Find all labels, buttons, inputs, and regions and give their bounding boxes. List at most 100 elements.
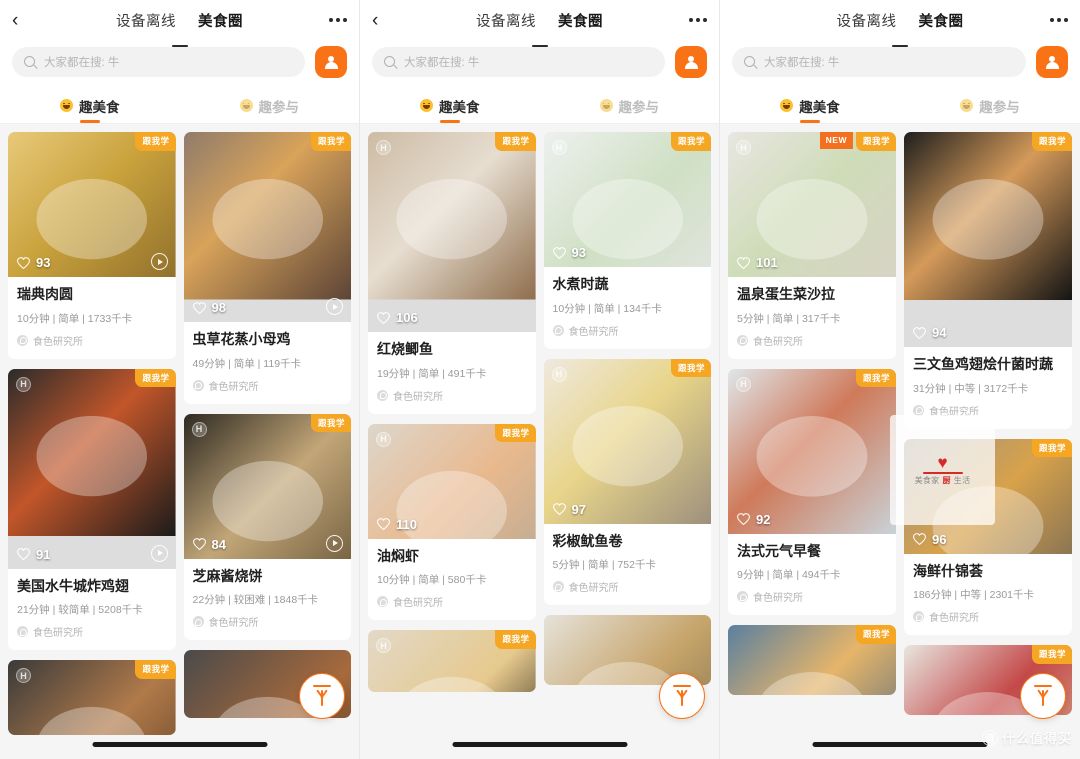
like-counter[interactable]: 92 (737, 512, 770, 527)
recipe-info: 彩椒鱿鱼卷 5分钟 | 简单 | 752千卡 食色研究所 (544, 524, 712, 606)
recipe-thumbnail[interactable]: 跟我学 (8, 660, 176, 735)
recipe-thumbnail[interactable]: 跟我学 93 (8, 132, 176, 277)
recipe-thumbnail[interactable]: NEW跟我学 101 (728, 132, 896, 277)
recipe-author: 食色研究所 (17, 624, 167, 639)
tab-fun-join[interactable]: 趣参与 (540, 88, 720, 123)
recipe-info: 瑞典肉圆 10分钟 | 简单 | 1733千卡 食色研究所 (8, 277, 176, 359)
search-placeholder: 大家都在搜: 牛 (44, 57, 120, 69)
heart-outline-icon (17, 548, 30, 560)
play-icon[interactable] (326, 298, 343, 315)
recipe-card[interactable]: 跟我学 (728, 625, 896, 695)
like-counter[interactable]: 84 (192, 537, 226, 552)
brand-watermark-icon (736, 140, 751, 155)
recipe-card[interactable]: 跟我学 106 红烧鲫鱼 19分钟 | 简单 | 491千卡食色研究所 (368, 132, 536, 414)
like-counter[interactable]: 91 (17, 547, 50, 562)
nav-tab-device-offline[interactable]: 设备离线 (116, 10, 176, 31)
grinning-face-icon (960, 99, 974, 112)
play-icon[interactable] (150, 253, 168, 270)
search-input[interactable]: 大家都在搜: 牛 (372, 47, 665, 77)
watermark-badge-icon: 值 (981, 729, 998, 746)
recipe-title: 虫草花蒸小母鸡 (192, 331, 291, 347)
recipe-card[interactable]: 跟我学 92 法式元气早餐 9分钟 | 简单 | 494千卡食色研究所 (728, 368, 896, 615)
food-photo (543, 358, 711, 524)
like-counter[interactable]: 110 (377, 517, 417, 532)
search-placeholder: 大家都在搜: 牛 (404, 57, 480, 69)
nav-tab-food-circle[interactable]: 美食圈 (171, 10, 243, 47)
like-counter[interactable]: 94 (913, 325, 946, 340)
dot (1050, 18, 1054, 22)
recipe-card[interactable]: 跟我学 97 彩椒鱿鱼卷 5分钟 | 简单 | 752千卡食色研究所 (543, 358, 712, 606)
nav-tab-device-offline[interactable]: 设备离线 (837, 10, 897, 31)
recipe-card[interactable]: 跟我学 110 油焖虾 10分钟 | 简单 | 580千卡食色研究所 (368, 423, 536, 620)
recipe-thumbnail[interactable]: 跟我学 110 (368, 423, 536, 539)
recipe-card[interactable]: 跟我学 91 美国水牛城炸鸡翅 21分钟 | 较简单 | 5208千卡食色研究所 (8, 368, 176, 650)
follow-me-badge: 跟我学 (855, 132, 896, 151)
recipe-thumbnail[interactable]: 跟我学 (728, 625, 896, 695)
search-icon (384, 55, 397, 69)
recipe-card[interactable]: 跟我学 (368, 630, 536, 692)
more-options-icon[interactable] (1050, 18, 1068, 22)
more-options-icon[interactable] (689, 18, 707, 22)
more-options-icon[interactable] (329, 18, 347, 22)
recipe-feed[interactable]: 跟我学106红烧鲫鱼19分钟 | 简单 | 491千卡食色研究所跟我学110油焖… (360, 124, 719, 759)
recipe-thumbnail[interactable]: 跟我学 94 (904, 132, 1072, 347)
search-input[interactable]: 大家都在搜: 牛 (12, 47, 305, 77)
like-counter[interactable]: 93 (17, 255, 50, 270)
chef-icon (913, 404, 924, 416)
play-icon[interactable] (326, 534, 343, 552)
recipe-thumbnail[interactable]: 跟我学 97 (543, 358, 711, 524)
chef-icon (552, 581, 564, 592)
recipe-thumbnail[interactable]: 跟我学 92 (728, 368, 896, 534)
like-counter[interactable]: 98 (192, 300, 226, 315)
author-name: 食色研究所 (208, 618, 259, 629)
nav-tab-device-offline[interactable]: 设备离线 (476, 10, 536, 31)
recipe-card[interactable]: 跟我学 93 水煮时蔬 10分钟 | 简单 | 134千卡食色研究所 (543, 132, 711, 349)
recipe-thumbnail[interactable]: 跟我学 93 (543, 132, 711, 267)
recipe-title: 法式元气早餐 (737, 542, 821, 559)
tab-fun-food[interactable]: 趣美食 (720, 88, 900, 123)
recipe-card[interactable]: 跟我学 (8, 660, 176, 735)
scroll-to-top-button[interactable] (659, 673, 705, 719)
like-counter[interactable]: 93 (552, 245, 586, 260)
follow-me-badge: 跟我学 (1031, 132, 1072, 151)
scroll-to-top-button[interactable] (299, 673, 345, 719)
watermark-brand-text: 什么值得买 (1001, 731, 1072, 746)
recipe-thumbnail[interactable]: 跟我学 84 (183, 413, 351, 559)
user-avatar-button[interactable] (315, 46, 347, 78)
nav-tab-food-circle[interactable]: 美食圈 (892, 10, 964, 47)
recipe-thumbnail[interactable]: 跟我学 98 (183, 132, 351, 322)
grinning-face-icon (780, 99, 794, 112)
scroll-to-top-button[interactable] (1020, 673, 1066, 719)
play-icon[interactable] (150, 544, 168, 562)
like-counter[interactable]: 96 (913, 532, 946, 547)
tab-fun-food[interactable]: 趣美食 (360, 88, 540, 123)
dot (1064, 18, 1068, 22)
tab-fun-join[interactable]: 趣参与 (900, 88, 1080, 123)
recipe-card[interactable]: 跟我学 93 瑞典肉圆 10分钟 | 简单 | 1733千卡 食色研究所 (8, 132, 176, 359)
grinning-face-icon (599, 99, 613, 112)
recipe-feed[interactable]: 跟我学93瑞典肉圆10分钟 | 简单 | 1733千卡食色研究所跟我学91美国水… (0, 124, 359, 759)
user-avatar-button[interactable] (675, 46, 707, 78)
tab-fun-food[interactable]: 趣美食 (0, 88, 180, 123)
home-indicator (812, 742, 988, 747)
tab-fun-join[interactable]: 趣参与 (180, 88, 360, 123)
heart-outline-icon (913, 326, 926, 339)
nav-title-group: 设备离线 美食圈 (720, 0, 1080, 47)
user-avatar-button[interactable] (1036, 46, 1068, 78)
recipe-card[interactable]: NEW跟我学 101 温泉蛋生菜沙拉 5分钟 | 简单 | 317千卡食色研究所 (728, 132, 896, 359)
recipe-card[interactable]: 跟我学 94 三文鱼鸡翅烩什菌时蔬 31分钟 | 中等 | 3172千卡 食色研究所 (904, 132, 1072, 429)
recipe-card[interactable]: 跟我学 98 虫草花蒸小母鸡 49分钟 | 简单 | 119千卡 食色研究所 (183, 132, 351, 404)
recipe-meta: 31分钟 | 中等 | 3172千卡 (913, 382, 1029, 395)
chef-icon (552, 324, 564, 336)
like-count: 93 (36, 255, 51, 270)
recipe-thumbnail[interactable]: 跟我学 (368, 630, 536, 692)
brand-watermark-icon (191, 421, 207, 437)
like-counter[interactable]: 101 (737, 255, 778, 270)
search-input[interactable]: 大家都在搜: 牛 (732, 47, 1026, 77)
recipe-thumbnail[interactable]: 跟我学 106 (368, 132, 536, 332)
recipe-card[interactable]: 跟我学 84 芝麻酱烧饼 22分钟 | 较困难 | 1848千卡食色研究所 (183, 413, 351, 640)
like-counter[interactable]: 106 (377, 310, 418, 325)
like-counter[interactable]: 97 (552, 502, 586, 517)
recipe-thumbnail[interactable]: 跟我学 91 (8, 368, 176, 569)
nav-tab-food-circle[interactable]: 美食圈 (531, 10, 603, 47)
